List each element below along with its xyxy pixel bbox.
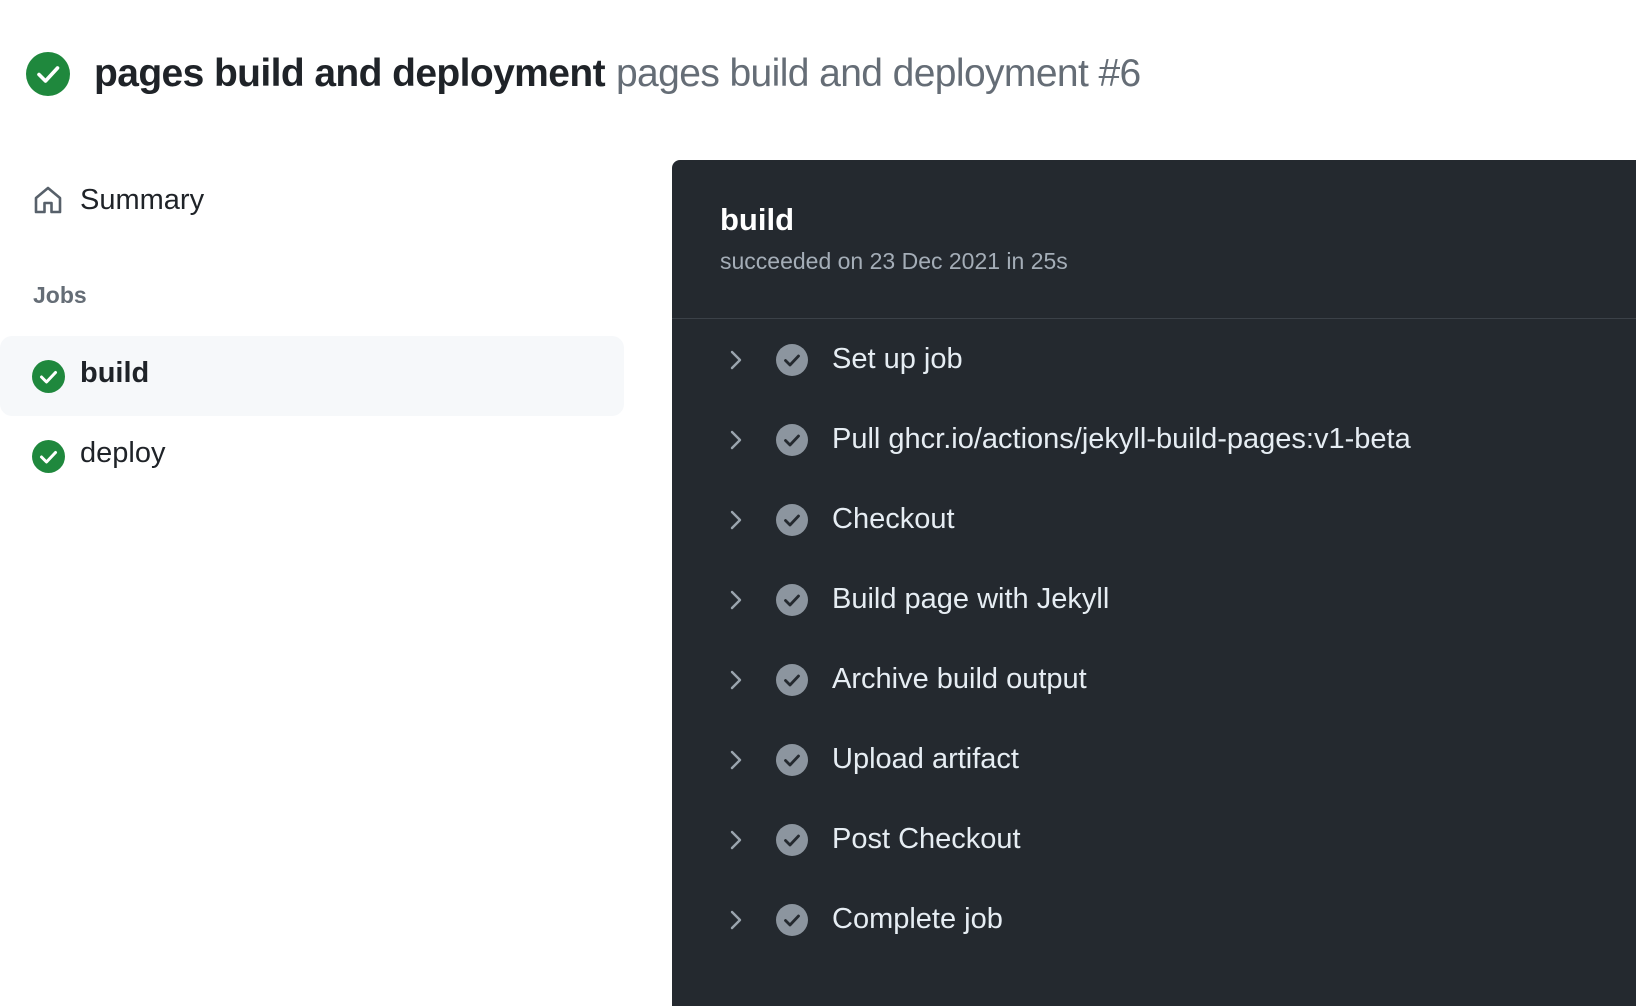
job-step-row[interactable]: Upload artifact [672, 720, 1636, 800]
step-label: Post Checkout [832, 823, 1021, 855]
step-label: Build page with Jekyll [832, 583, 1110, 615]
job-step-row[interactable]: Checkout [672, 480, 1636, 560]
chevron-right-icon[interactable] [724, 748, 748, 772]
job-step-row[interactable]: Pull ghcr.io/actions/jekyll-build-pages:… [672, 400, 1636, 480]
check-circle-fill-icon [776, 824, 808, 856]
step-label: Pull ghcr.io/actions/jekyll-build-pages:… [832, 423, 1411, 455]
summary-link[interactable]: Summary [0, 160, 624, 240]
check-circle-fill-icon [776, 664, 808, 696]
job-step-row[interactable]: Build page with Jekyll [672, 560, 1636, 640]
check-circle-fill-icon [32, 360, 65, 393]
check-circle-fill-icon [776, 584, 808, 616]
check-circle-fill-icon [776, 424, 808, 456]
run-title: pages build and deployment [94, 52, 606, 95]
step-label: Upload artifact [832, 743, 1019, 775]
chevron-right-icon[interactable] [724, 668, 748, 692]
job-label: build [80, 357, 150, 389]
chevron-right-icon[interactable] [724, 908, 748, 932]
chevron-right-icon[interactable] [724, 828, 748, 852]
step-label: Complete job [832, 903, 1003, 935]
job-meta: succeeded on 23 Dec 2021 in 25s [720, 248, 1068, 274]
chevron-right-icon[interactable] [724, 508, 748, 532]
step-label: Checkout [832, 503, 955, 535]
step-label: Archive build output [832, 663, 1087, 695]
check-circle-fill-icon [776, 904, 808, 936]
job-step-row[interactable]: Archive build output [672, 640, 1636, 720]
run-header: pages build and deployment pages build a… [26, 50, 1141, 98]
run-subtitle: pages build and deployment #6 [615, 52, 1141, 95]
job-step-row[interactable]: Post Checkout [672, 800, 1636, 880]
job-label: deploy [80, 437, 166, 469]
chevron-right-icon[interactable] [724, 428, 748, 452]
chevron-right-icon[interactable] [724, 588, 748, 612]
job-item-1[interactable]: deploy [0, 416, 624, 496]
job-log-header: build succeeded on 23 Dec 2021 in 25s [672, 160, 1636, 319]
job-log-panel: build succeeded on 23 Dec 2021 in 25s Se… [672, 160, 1636, 1006]
workflow-run-page: pages build and deployment pages build a… [0, 0, 1636, 1006]
check-circle-fill-icon [776, 744, 808, 776]
check-circle-fill-icon [776, 504, 808, 536]
chevron-right-icon[interactable] [724, 348, 748, 372]
job-title: build [720, 202, 795, 237]
step-label: Set up job [832, 343, 963, 375]
jobs-heading: Jobs [33, 282, 87, 308]
check-circle-fill-icon [776, 344, 808, 376]
check-circle-fill-icon [32, 440, 65, 473]
job-step-row[interactable]: Complete job [672, 880, 1636, 960]
summary-label: Summary [80, 183, 205, 216]
check-circle-fill-icon [26, 52, 70, 96]
job-step-row[interactable]: Set up job [672, 320, 1636, 400]
job-item-0[interactable]: build [0, 336, 624, 416]
home-icon [32, 184, 64, 216]
